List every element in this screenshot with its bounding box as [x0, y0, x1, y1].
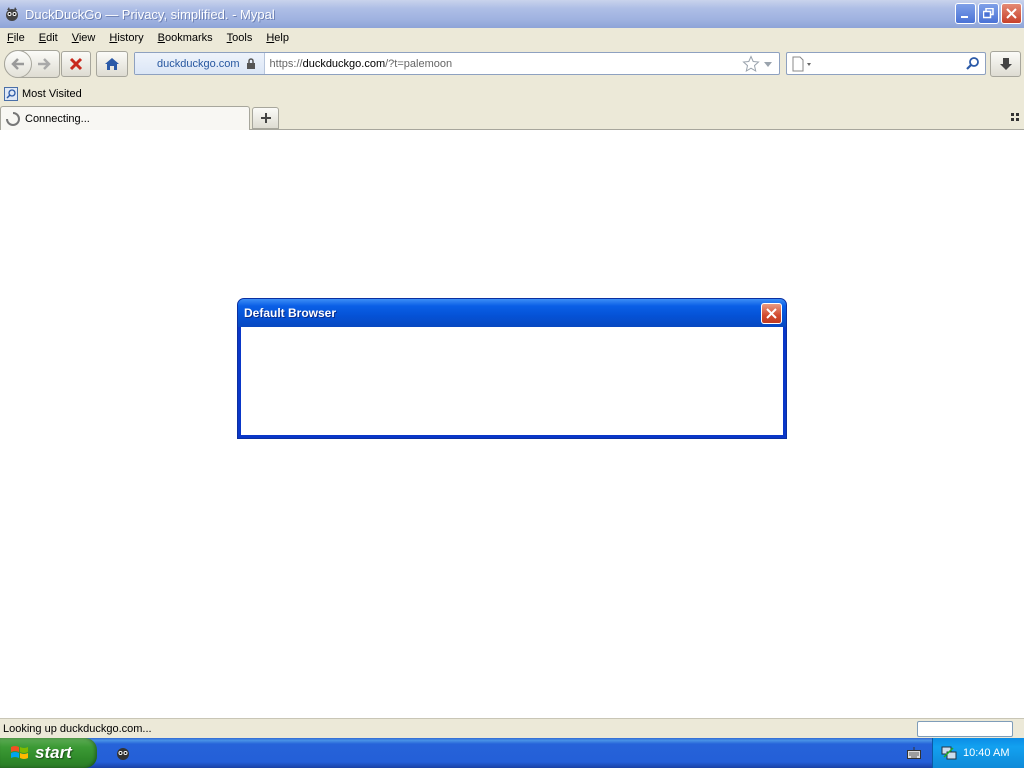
most-visited-label: Most Visited — [22, 88, 82, 100]
keyboard-icon[interactable] — [907, 747, 921, 759]
taskbar: start 10:40 AM — [0, 738, 1024, 768]
menu-history[interactable]: History — [102, 32, 150, 44]
search-bar — [786, 52, 986, 75]
url-path: /?t=palemoon — [385, 57, 453, 70]
back-button[interactable] — [4, 50, 32, 78]
restore-button[interactable] — [978, 3, 999, 24]
mypal-taskbar-icon[interactable] — [115, 745, 131, 761]
mypal-app-icon — [6, 7, 18, 21]
windows-logo-icon — [11, 746, 28, 759]
minimize-icon — [961, 16, 968, 18]
minimize-button[interactable] — [955, 3, 976, 24]
network-icon[interactable] — [941, 745, 957, 761]
default-browser-dialog: Default Browser — [237, 298, 787, 439]
menu-help[interactable]: Help — [259, 32, 296, 44]
search-input[interactable] — [813, 54, 965, 73]
close-icon — [1006, 8, 1017, 19]
stop-button[interactable] — [61, 51, 91, 77]
status-progress-box — [917, 721, 1013, 737]
search-engine-icon[interactable] — [791, 56, 813, 72]
home-icon — [105, 58, 119, 70]
menu-bar: File Edit View History Bookmarks Tools H… — [0, 28, 1024, 47]
system-tray: 10:40 AM — [932, 738, 1024, 768]
downloads-button[interactable] — [990, 51, 1021, 77]
site-identity-button[interactable]: duckduckgo.com — [135, 53, 265, 74]
tab-strip: Connecting... — [0, 105, 1024, 130]
back-arrow-icon — [11, 58, 24, 70]
menu-edit[interactable]: Edit — [32, 32, 65, 44]
all-tabs-icon[interactable] — [1010, 112, 1020, 122]
new-tab-button[interactable] — [252, 107, 279, 129]
status-text: Looking up duckduckgo.com... — [3, 722, 152, 735]
menu-tools[interactable]: Tools — [220, 32, 260, 44]
menu-file[interactable]: File — [0, 32, 32, 44]
home-button[interactable] — [96, 51, 128, 77]
window-titlebar: DuckDuckGo — Privacy, simplified. - Mypa… — [0, 0, 1024, 28]
forward-button[interactable] — [36, 56, 54, 72]
tab-connecting[interactable]: Connecting... — [0, 106, 250, 130]
dialog-titlebar: Default Browser — [238, 299, 786, 327]
menu-bookmarks[interactable]: Bookmarks — [151, 32, 220, 44]
clock: 10:40 AM — [963, 747, 1010, 759]
dialog-close-button[interactable] — [761, 303, 782, 324]
url-bar[interactable]: duckduckgo.com https://duckduckgo.com/?t… — [134, 52, 780, 75]
loading-throbber-icon — [6, 111, 20, 126]
navigation-toolbar: duckduckgo.com https://duckduckgo.com/?t… — [0, 47, 1024, 83]
window-close-button[interactable] — [1001, 3, 1022, 24]
dialog-body — [241, 327, 783, 435]
status-bar: Looking up duckduckgo.com... — [0, 718, 1024, 738]
close-icon — [766, 308, 777, 319]
restore-icon — [983, 8, 994, 19]
forward-arrow-icon — [38, 58, 51, 70]
url-scheme: https:// — [269, 57, 303, 70]
start-label: start — [35, 743, 72, 762]
search-icon[interactable] — [965, 56, 981, 72]
menu-view[interactable]: View — [65, 32, 103, 44]
stop-icon — [69, 57, 83, 71]
url-host: duckduckgo.com — [302, 57, 386, 70]
start-button[interactable]: start — [0, 738, 97, 768]
bookmarks-toolbar: Most Visited — [0, 83, 1024, 105]
lock-icon — [246, 58, 255, 69]
plus-icon — [260, 113, 271, 123]
bookmark-most-visited[interactable]: Most Visited — [0, 87, 82, 101]
tab-label: Connecting... — [25, 112, 90, 125]
bookmark-star-icon[interactable] — [742, 54, 760, 73]
back-forward-group — [4, 50, 60, 78]
site-identity-label: duckduckgo.com — [157, 57, 240, 70]
url-dropdown-icon[interactable] — [762, 58, 774, 70]
url-text[interactable]: https://duckduckgo.com/?t=palemoon — [265, 58, 742, 70]
download-arrow-icon — [999, 58, 1012, 70]
dialog-title: Default Browser — [244, 306, 337, 320]
window-title: DuckDuckGo — Privacy, simplified. - Mypa… — [25, 6, 275, 22]
most-visited-folder-icon — [4, 87, 18, 101]
